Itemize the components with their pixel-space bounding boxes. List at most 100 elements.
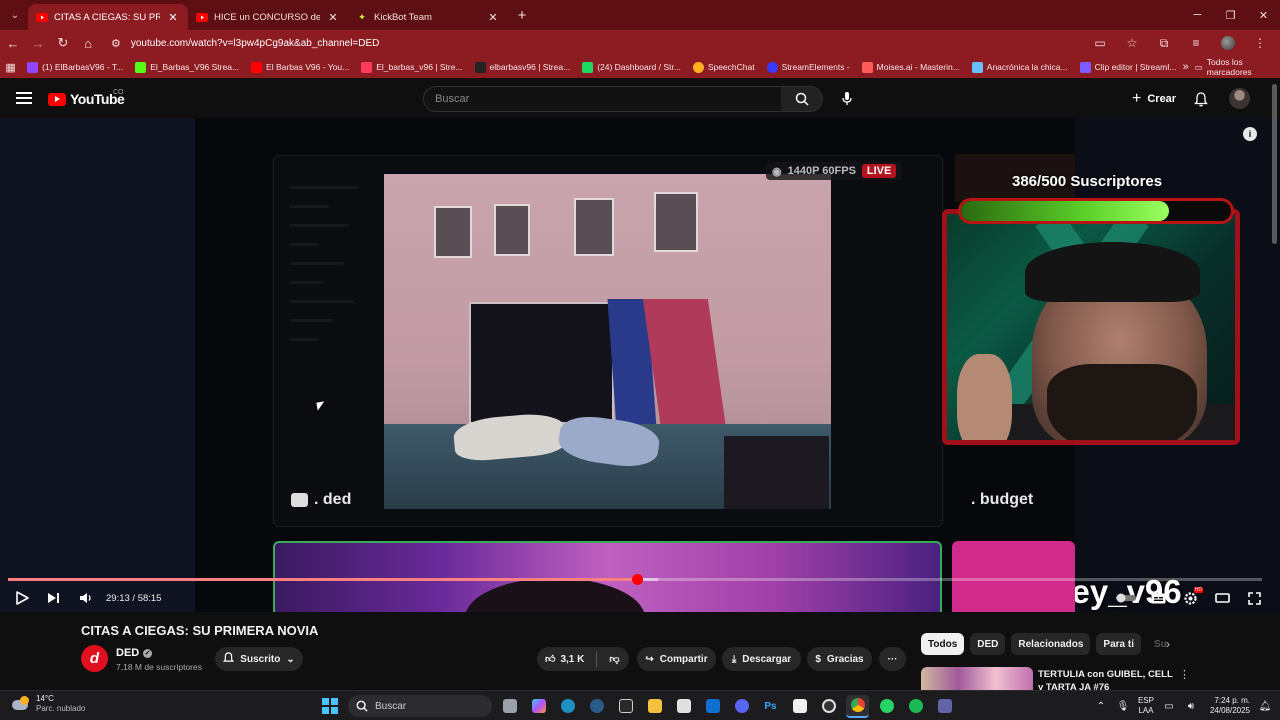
bookmark-item[interactable]: StreamElements - [761,57,856,77]
related-video-thumbnail[interactable] [921,667,1033,690]
bookmark-item[interactable]: Clip editor | StreamI... [1074,57,1183,77]
search-icon [795,92,809,106]
obs-icon[interactable] [817,695,840,718]
photoshop-icon[interactable]: Ps [759,695,782,718]
cast-icon[interactable]: ▭ [1086,31,1114,55]
tab-search-button[interactable]: ⌄ [2,4,28,26]
thanks-button[interactable]: $ Gracias [807,647,872,671]
whatsapp-icon[interactable] [875,695,898,718]
volume-icon[interactable]: 🔊︎ [1184,699,1198,713]
bookmark-item[interactable]: El Barbas V96 - You... [245,57,355,77]
volume-button[interactable] [70,584,102,612]
weather-widget[interactable]: 14°C Parc. nublado [12,694,85,714]
back-icon[interactable]: ← [1,31,25,55]
store-icon[interactable] [672,695,695,718]
tab-close-icon[interactable]: ✕ [326,11,340,24]
microphone-icon[interactable]: 🎙︎ [1116,699,1130,713]
file-explorer-icon[interactable] [643,695,666,718]
dislike-button[interactable]: 👎︎ [609,653,619,665]
settings-button[interactable]: HD [1174,584,1206,612]
windows-start-icon[interactable] [320,696,340,716]
bookmark-item[interactable]: elbarbasv96 | Strea... [469,57,577,77]
address-bar[interactable]: ⚙ youtube.com/watch?v=l3pw4pCg9ak&ab_cha… [105,32,1200,54]
tab-close-icon[interactable]: ✕ [486,11,500,24]
tab-concurso-talento[interactable]: HICE un CONCURSO de TALENT ✕ [188,4,348,30]
notifications-button[interactable] [1190,87,1212,111]
related-video-title[interactable]: TERTULIA con GUIBEL, CELL y TARTA JA #76 [1038,668,1173,690]
fullscreen-button[interactable] [1238,584,1270,612]
site-info-icon[interactable]: ⚙ [111,37,121,50]
chip-para-ti[interactable]: Para ti [1096,633,1141,655]
tab-citas-a-ciegas[interactable]: CITAS A CIEGAS: SU PRIMERA N ✕ [28,4,188,30]
bookmark-item[interactable]: (1) ElBarbasV96 - T... [21,57,129,77]
chrome-icon[interactable] [846,694,869,718]
edge-icon[interactable] [556,695,579,718]
tab-kickbot-team[interactable]: ✦ KickBot Team ✕ [348,4,508,30]
bookmark-star-icon[interactable]: ☆ [1118,31,1146,55]
search-button[interactable] [781,86,823,112]
related-video-menu-icon[interactable]: ⋮ [1179,668,1190,681]
minimize-icon[interactable]: ─ [1181,0,1214,30]
all-bookmarks-folder[interactable]: ▭ Todos los marcadores [1195,57,1272,77]
bookmark-item[interactable]: SpeechChat [687,57,761,77]
new-tab-button[interactable]: + [510,7,534,24]
chevron-right-icon[interactable]: › [1166,637,1170,651]
download-button[interactable]: ⤓ Descargar [722,647,801,671]
close-window-icon[interactable]: ✕ [1247,0,1280,30]
progress-bar[interactable] [8,574,1262,585]
taskbar-search[interactable]: Buscar [348,695,492,717]
more-bookmarks-icon[interactable]: » [1183,61,1189,73]
autoplay-toggle[interactable] [1110,584,1142,612]
task-view-icon[interactable] [498,695,521,718]
media-controls-icon[interactable]: ≡ [1182,31,1210,55]
bookmark-item[interactable]: (24) Dashboard / Str... [576,57,687,77]
subtitles-button[interactable] [1142,584,1174,612]
chip-ded[interactable]: DED [970,633,1006,655]
teams-icon[interactable] [933,695,956,718]
share-button[interactable]: ↪ Compartir [637,647,716,671]
info-icon[interactable]: i [1243,127,1257,141]
subscribed-button[interactable]: Suscrito ⌄ [215,647,303,671]
spotify-icon[interactable] [904,695,927,718]
capcut-icon[interactable] [788,695,811,718]
play-button[interactable] [6,584,38,612]
account-avatar[interactable] [1229,88,1250,109]
restore-icon[interactable]: ❐ [1214,0,1247,30]
bookmark-item[interactable]: Moises.ai - Masterin... [856,57,966,77]
page-scrollbar[interactable] [1272,84,1277,244]
outlook-icon[interactable] [701,695,724,718]
channel-name[interactable]: DED ✓ [116,647,153,659]
search-input[interactable]: Buscar [423,86,782,112]
tab-close-icon[interactable]: ✕ [166,11,180,24]
bookmark-item[interactable]: El_barbas_v96 | Stre... [355,57,468,77]
notifications-icon[interactable]: 🔔︎ [1258,699,1272,713]
chip-relacionados[interactable]: Relacionados [1011,633,1091,655]
copilot-icon[interactable] [527,695,550,718]
language-indicator[interactable]: ESP LAA [1138,696,1154,716]
next-button[interactable] [38,584,70,612]
profile-avatar[interactable] [1214,31,1242,55]
theater-mode-button[interactable] [1206,584,1238,612]
hamburger-menu-icon[interactable] [16,92,32,104]
voice-search-button[interactable] [835,87,859,111]
create-button[interactable]: + Crear [1124,87,1184,111]
home-icon[interactable]: ⌂ [76,31,100,55]
more-actions-button[interactable]: ··· [879,647,906,671]
video-player[interactable]: ◉ 1440P 60FPS LIVE . ded 386/500 Suscrip… [0,118,1280,612]
like-button[interactable]: 👍︎ 3,1 K [545,653,584,666]
bookmark-item[interactable]: Anacrónica la chica... [966,57,1074,77]
discord-icon[interactable] [730,695,753,718]
extensions-icon[interactable]: ⧉ [1150,31,1178,55]
chevron-up-icon[interactable]: ⌃ [1094,699,1108,713]
apps-grid-icon[interactable]: ▦ [0,61,21,74]
chip-todos[interactable]: Todos [921,633,965,655]
forward-icon[interactable]: → [26,31,50,55]
channel-avatar[interactable]: d [81,645,108,672]
reload-icon[interactable]: ↻ [51,31,75,55]
epic-games-icon[interactable] [614,695,637,718]
steam-icon[interactable] [585,695,608,718]
bookmark-item[interactable]: El_Barbas_V96 Strea... [129,57,245,77]
network-icon[interactable]: ▭ [1162,699,1176,713]
browser-menu-icon[interactable]: ⋮ [1246,31,1274,55]
clock[interactable]: 7:24 p. m. 24/08/2025 [1210,696,1250,716]
